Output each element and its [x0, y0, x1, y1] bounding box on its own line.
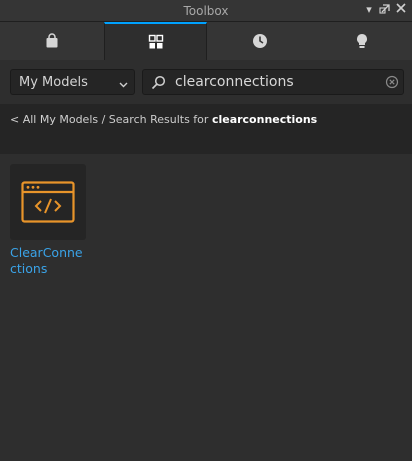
tab-creations[interactable] — [310, 22, 412, 60]
clear-search-icon[interactable] — [385, 75, 399, 89]
script-code-icon — [21, 181, 75, 223]
search-box — [142, 69, 404, 95]
tab-marketplace[interactable] — [0, 22, 103, 60]
toolbox-tabs — [0, 22, 412, 60]
filter-bar: My Models — [0, 60, 412, 104]
breadcrumb-query: clearconnections — [211, 113, 318, 126]
breadcrumb-separator: / Search Results for — [98, 113, 212, 126]
breadcrumb-back-link[interactable]: < All My Models — [10, 113, 98, 126]
tab-inventory[interactable] — [104, 22, 207, 60]
shopping-bag-icon — [46, 33, 57, 48]
toolbox-titlebar: Toolbox ▾ — [0, 0, 412, 22]
asset-name[interactable]: ClearConnections — [10, 245, 84, 277]
asset-thumbnail[interactable] — [10, 164, 86, 240]
chevron-down-icon[interactable]: ▾ — [362, 3, 376, 17]
tab-recent[interactable] — [208, 22, 311, 60]
asset-tile[interactable]: ClearConnections — [10, 164, 86, 277]
category-dropdown[interactable]: My Models — [10, 69, 135, 95]
results-grid: ClearConnections — [0, 154, 412, 461]
recent-clock-icon — [252, 34, 267, 48]
chevron-down-icon — [119, 78, 128, 93]
close-icon[interactable] — [394, 3, 408, 17]
undock-icon[interactable] — [378, 3, 392, 17]
category-dropdown-label: My Models — [19, 75, 88, 90]
inventory-grid-icon — [148, 34, 163, 49]
lightbulb-icon — [356, 34, 367, 48]
window-title: Toolbox — [183, 4, 229, 18]
search-icon — [151, 75, 166, 90]
search-input[interactable] — [175, 72, 375, 92]
breadcrumb: < All My Models / Search Results for cle… — [0, 104, 412, 154]
